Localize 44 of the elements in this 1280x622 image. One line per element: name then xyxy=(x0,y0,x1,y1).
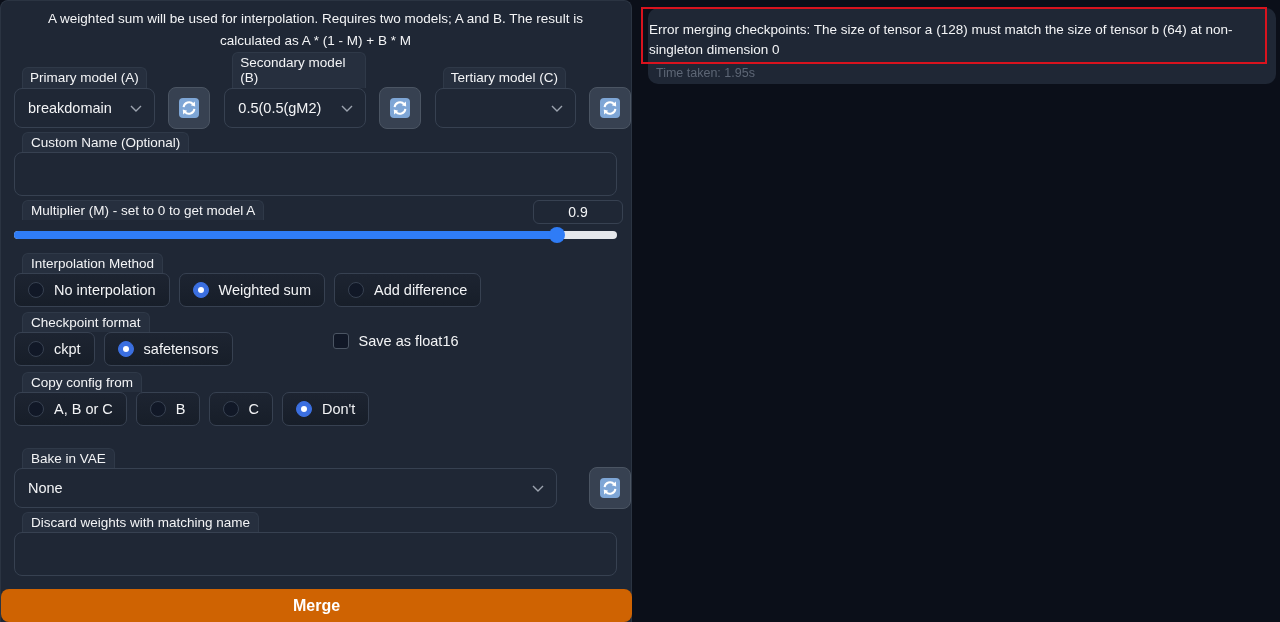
chevron-down-icon xyxy=(532,484,544,492)
description-text: A weighted sum will be used for interpolation. Requires two models; A and B. The result is calculated as A * (1 - M) + B * M xyxy=(47,10,584,50)
text-input-field[interactable] xyxy=(14,152,617,196)
text-input-field[interactable] xyxy=(14,532,617,576)
radio-option[interactable]: A, B or C xyxy=(14,392,127,426)
error-message: Error merging checkpoints: The size of tensor a (128) must match the size of tensor b (64) at non-singleton dimension 0 xyxy=(649,21,1234,59)
radio-option[interactable]: safetensors xyxy=(103,332,233,366)
chevron-down-icon xyxy=(130,104,143,112)
merge-button[interactable]: Merge xyxy=(1,589,632,622)
vae-dropdown[interactable]: None xyxy=(14,468,557,508)
model-dropdown[interactable]: breakdomain xyxy=(14,88,156,128)
field-label: Bake in VAE xyxy=(22,448,115,468)
model-dropdown[interactable]: 0.5(0.5(gM2) xyxy=(224,88,366,128)
field-label: Secondary model (B) xyxy=(232,52,366,88)
field-label: Tertiary model (C) xyxy=(442,67,566,88)
refresh-icon xyxy=(600,478,620,498)
radio-group-label: Copy config from xyxy=(22,372,143,392)
field-label: Custom Name (Optional) xyxy=(22,132,190,152)
radio-option[interactable]: No interpolation xyxy=(14,273,170,307)
checkbox-label[interactable]: Save as float16 xyxy=(358,333,459,349)
refresh-icon xyxy=(179,98,200,118)
refresh-button[interactable] xyxy=(378,87,421,129)
radio-group-label: Checkpoint format xyxy=(22,312,150,332)
field-label: Discard weights with matching name xyxy=(22,512,260,532)
radio-option[interactable]: Weighted sum xyxy=(178,273,325,307)
refresh-icon xyxy=(389,98,410,118)
radio-option[interactable]: C xyxy=(208,392,273,426)
radio-option[interactable]: Add difference xyxy=(334,273,482,307)
refresh-button[interactable] xyxy=(589,467,631,509)
refresh-button[interactable] xyxy=(589,87,631,129)
chevron-down-icon xyxy=(340,104,353,112)
radio-option[interactable]: ckpt xyxy=(14,332,95,366)
radio-option[interactable]: B xyxy=(135,392,200,426)
time-taken-text: Time taken: 1.95s xyxy=(656,66,756,80)
checkbox[interactable] xyxy=(332,333,349,349)
field-label: Primary model (A) xyxy=(22,67,147,88)
refresh-button[interactable] xyxy=(168,87,211,129)
slider-thumb[interactable] xyxy=(548,227,565,243)
slider-label: Multiplier (M) - set to 0 to get model A xyxy=(22,200,265,220)
radio-group-label: Interpolation Method xyxy=(22,253,164,273)
radio-option[interactable]: Don't xyxy=(282,392,370,426)
refresh-icon xyxy=(600,98,620,118)
chevron-down-icon xyxy=(551,104,563,112)
number-field[interactable]: 0.9 xyxy=(533,200,623,224)
